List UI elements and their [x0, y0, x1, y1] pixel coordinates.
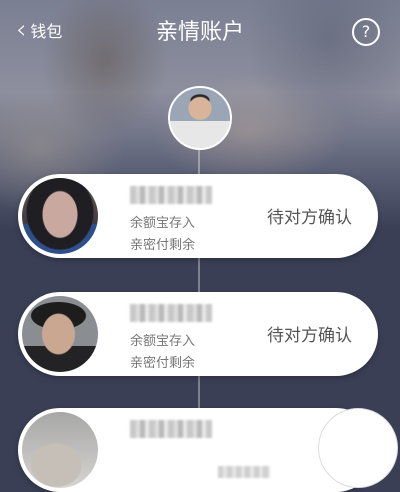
help-icon[interactable]: ?	[352, 18, 380, 46]
member-status: 待对方确认	[267, 326, 352, 346]
my-avatar[interactable]	[168, 86, 232, 150]
member-action-circle[interactable]	[318, 408, 398, 488]
member-balance-label: 余额宝存入	[130, 334, 196, 349]
member-detail-obscured	[218, 466, 270, 478]
member-balance-label: 余额宝存入	[130, 216, 196, 231]
family-member-card[interactable]	[18, 408, 398, 492]
member-name-obscured	[130, 420, 212, 438]
member-intimate-pay-label: 亲密付剩余	[130, 238, 196, 253]
family-member-card[interactable]: 余额宝存入 亲密付剩余 待对方确认	[18, 174, 378, 258]
navigation-bar: ‹ 钱包 亲情账户 ?	[0, 0, 400, 56]
member-name-obscured	[130, 304, 212, 322]
member-name-obscured	[130, 186, 212, 204]
member-intimate-pay-label: 亲密付剩余	[130, 356, 196, 371]
member-status: 待对方确认	[267, 208, 352, 228]
page-title: 亲情账户	[155, 20, 244, 45]
member-avatar	[22, 178, 98, 254]
member-avatar	[22, 412, 98, 488]
family-member-card[interactable]: 余额宝存入 亲密付剩余 待对方确认	[18, 292, 378, 376]
member-avatar	[22, 296, 98, 372]
